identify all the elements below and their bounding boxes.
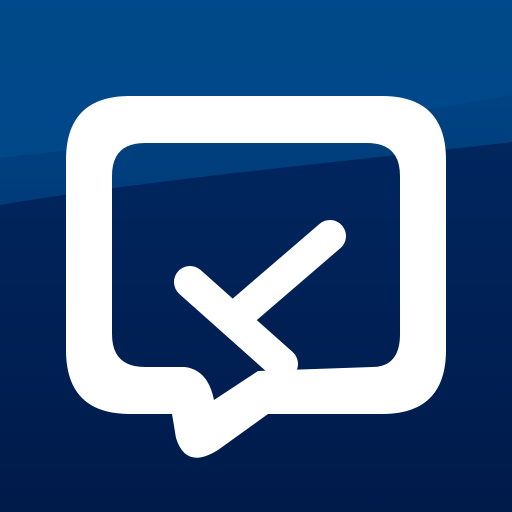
app-icon [0, 0, 512, 512]
app-icon-graphic [0, 0, 512, 512]
